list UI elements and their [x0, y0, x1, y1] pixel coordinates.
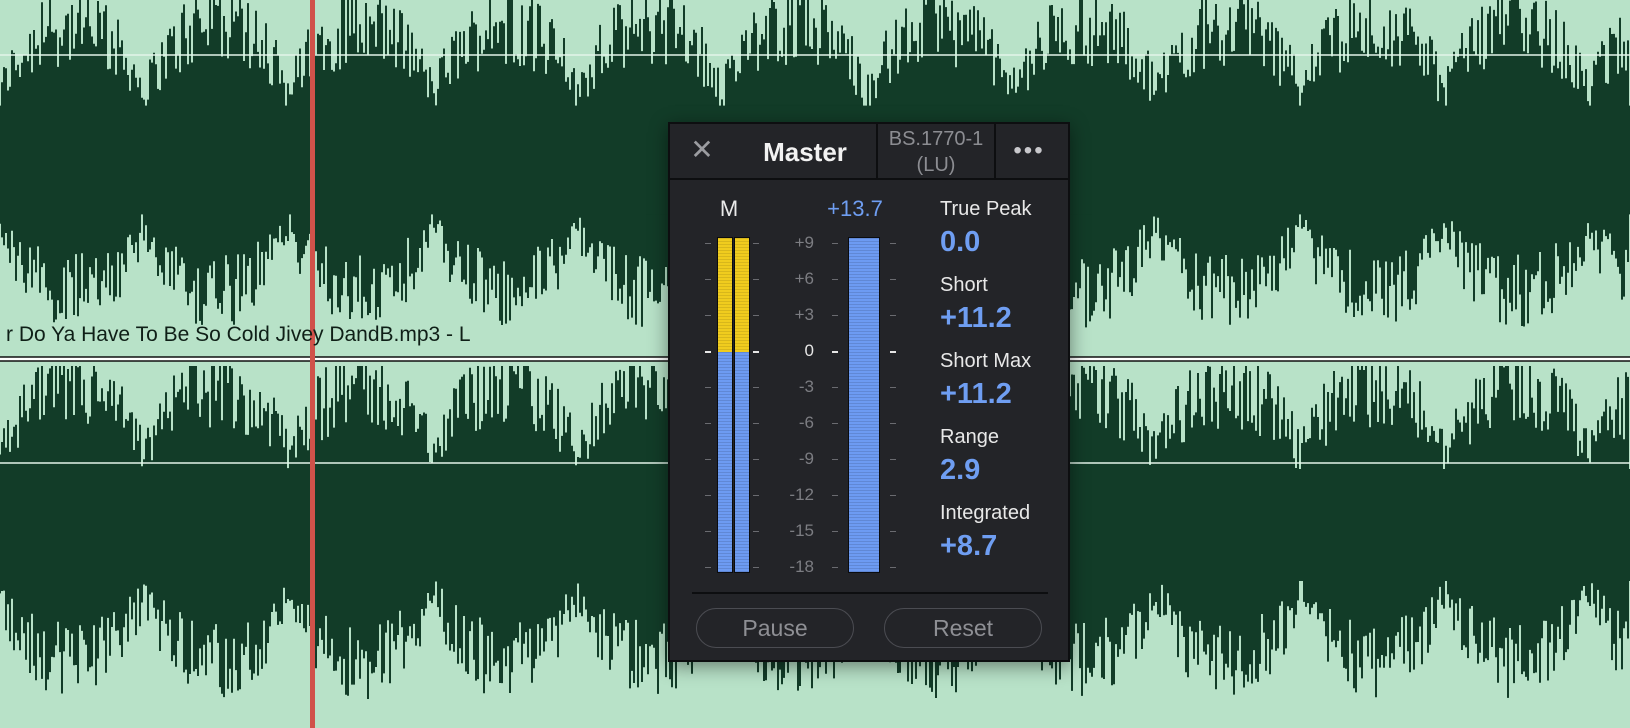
scale-tick: [832, 315, 838, 316]
scale-tick: [753, 423, 759, 424]
scale-label: +6: [794, 269, 814, 288]
scale-tick: [832, 459, 838, 460]
scale-label: 0: [804, 341, 814, 360]
integrated-value: +8.7: [940, 530, 998, 562]
close-icon[interactable]: ✕: [688, 136, 716, 164]
scale-tick: [705, 459, 711, 460]
short-max-value: +11.2: [940, 378, 1012, 410]
panel-divider: [692, 592, 1048, 594]
scale-tick: [705, 279, 711, 280]
channel-label: M: [719, 196, 739, 221]
scale-tick: [753, 459, 759, 460]
scale-tick: [705, 423, 711, 424]
scale-tick: [705, 495, 711, 496]
scale-tick: [890, 567, 896, 568]
scale-tick: [890, 315, 896, 316]
reset-button[interactable]: Reset: [884, 608, 1042, 648]
true-peak-value: 0.0: [940, 226, 981, 258]
loudness-standard-selector[interactable]: BS.1770-1 (LU): [876, 124, 996, 178]
left-channel-over-segment: [718, 238, 732, 352]
true-peak-label: True Peak: [940, 198, 1032, 220]
more-dots-icon[interactable]: •••: [1004, 138, 1054, 164]
scale-label: -18: [789, 557, 814, 576]
range-value: 2.9: [940, 454, 981, 486]
pause-button[interactable]: Pause: [696, 608, 854, 648]
scale-label: -12: [789, 485, 814, 504]
standard-name: BS.1770-1: [888, 128, 984, 150]
scale-tick: [832, 567, 838, 568]
scale-tick: [753, 315, 759, 316]
scale-tick: [705, 567, 711, 568]
scale-label: -15: [789, 521, 814, 540]
scale-tick: [890, 459, 896, 460]
scale-tick: [753, 279, 759, 280]
integrated-label: Integrated: [940, 502, 1031, 524]
right-channel-over-segment: [735, 238, 749, 352]
scale-tick: [753, 567, 759, 568]
scale-tick: [753, 495, 759, 496]
short-value: +11.2: [940, 302, 1012, 334]
scale-tick: [890, 243, 896, 244]
scale-tick: [705, 351, 711, 353]
scale-label: -3: [798, 377, 814, 396]
scale-label: -9: [798, 449, 814, 468]
scale-tick: [890, 351, 896, 353]
playhead[interactable]: [310, 0, 315, 728]
scale-tick: [890, 495, 896, 496]
scale-tick: [705, 315, 711, 316]
short-label: Short: [940, 274, 988, 296]
scale-tick: [832, 279, 838, 280]
right-channel-meter: [734, 237, 750, 573]
range-label: Range: [940, 426, 999, 448]
short-max-label: Short Max: [940, 350, 1032, 372]
scale-tick: [832, 387, 838, 388]
scale-tick: [705, 387, 711, 388]
scale-tick: [705, 531, 711, 532]
scale-tick: [753, 243, 759, 244]
scale-tick: [832, 495, 838, 496]
scale-tick: [832, 351, 838, 353]
loudness-meter-bar: [848, 237, 880, 573]
loudness-meter-panel: ✕ Master BS.1770-1 (LU) ••• M +13.7 +9 +6…: [668, 122, 1070, 662]
scale-tick: [890, 531, 896, 532]
panel-title: Master: [763, 137, 847, 167]
scale-tick: [890, 387, 896, 388]
panel-header: ✕ Master BS.1770-1 (LU) •••: [670, 124, 1068, 180]
scale-tick: [832, 531, 838, 532]
scale-tick: [753, 387, 759, 388]
scale-tick: [753, 351, 759, 353]
scale-label: +3: [794, 305, 814, 324]
standard-unit: (LU): [916, 154, 956, 176]
scale-tick: [832, 243, 838, 244]
scale-tick: [832, 423, 838, 424]
scale-label: +9: [794, 233, 814, 252]
scale-tick: [890, 279, 896, 280]
scale-label: -6: [798, 413, 814, 432]
peak-readout: +13.7: [827, 196, 883, 221]
scale-tick: [890, 423, 896, 424]
left-channel-meter: [717, 237, 733, 573]
clip-name-label: r Do Ya Have To Be So Cold Jivey DandB.m…: [6, 323, 471, 346]
scale-tick: [753, 531, 759, 532]
scale-tick: [705, 243, 711, 244]
